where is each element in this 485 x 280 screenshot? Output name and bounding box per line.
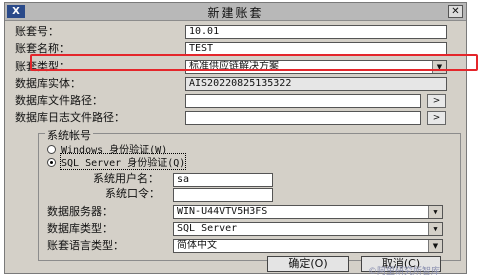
sql-auth-radio[interactable] [47,158,56,167]
password-label: 系统口令： [105,187,160,200]
db-file-path-browse-button[interactable]: > [427,94,446,108]
db-instance-input[interactable]: AIS20220825135322 [185,77,447,91]
dialog-title: 新建账套 [207,6,264,20]
ok-button[interactable]: 确定(O) [267,256,349,272]
new-account-set-dialog: X 新建账套 ✕ 账套号： 10.01 账套名称： TEST 账套类型： 标准供… [4,2,467,274]
server-value: WIN-U44VTV5H3FS [177,206,268,217]
chevron-down-icon[interactable]: ▼ [428,206,442,218]
language-value: 简体中文 [177,240,217,251]
server-label: 数据服务器： [47,205,113,218]
server-select[interactable]: WIN-U44VTV5H3FS ▼ [173,205,443,219]
db-file-path-label: 数据库文件路径： [15,94,103,107]
db-log-path-label: 数据库日志文件路径： [15,111,125,124]
set-no-input[interactable]: 10.01 [185,25,447,39]
windows-auth-radio[interactable] [47,145,56,154]
highlight-box [30,54,478,71]
chevron-down-icon[interactable]: ▼ [428,223,442,235]
username-label: 系统用户名： [93,172,159,185]
username-input[interactable]: sa [173,173,273,187]
db-log-path-browse-button[interactable]: > [427,111,446,125]
db-file-path-input[interactable] [185,94,421,108]
chevron-down-icon[interactable]: ▼ [428,240,442,252]
db-type-value: SQL Server [177,223,238,234]
title-bar: X 新建账套 ✕ [5,3,466,21]
language-select[interactable]: 简体中文 ▼ [173,239,443,253]
language-label: 账套语言类型： [47,239,124,252]
db-type-select[interactable]: SQL Server ▼ [173,222,443,236]
db-type-label: 数据库类型： [47,222,113,235]
sql-auth-label[interactable]: SQL Server 身份验证(Q) [59,153,187,170]
db-instance-label: 数据库实体： [15,77,81,90]
password-input[interactable] [173,188,273,202]
db-log-path-input[interactable] [185,111,421,125]
set-no-label: 账套号： [15,25,59,38]
watermark-text: ©阿里研究所智库 [368,267,441,277]
close-button[interactable]: ✕ [448,5,463,18]
